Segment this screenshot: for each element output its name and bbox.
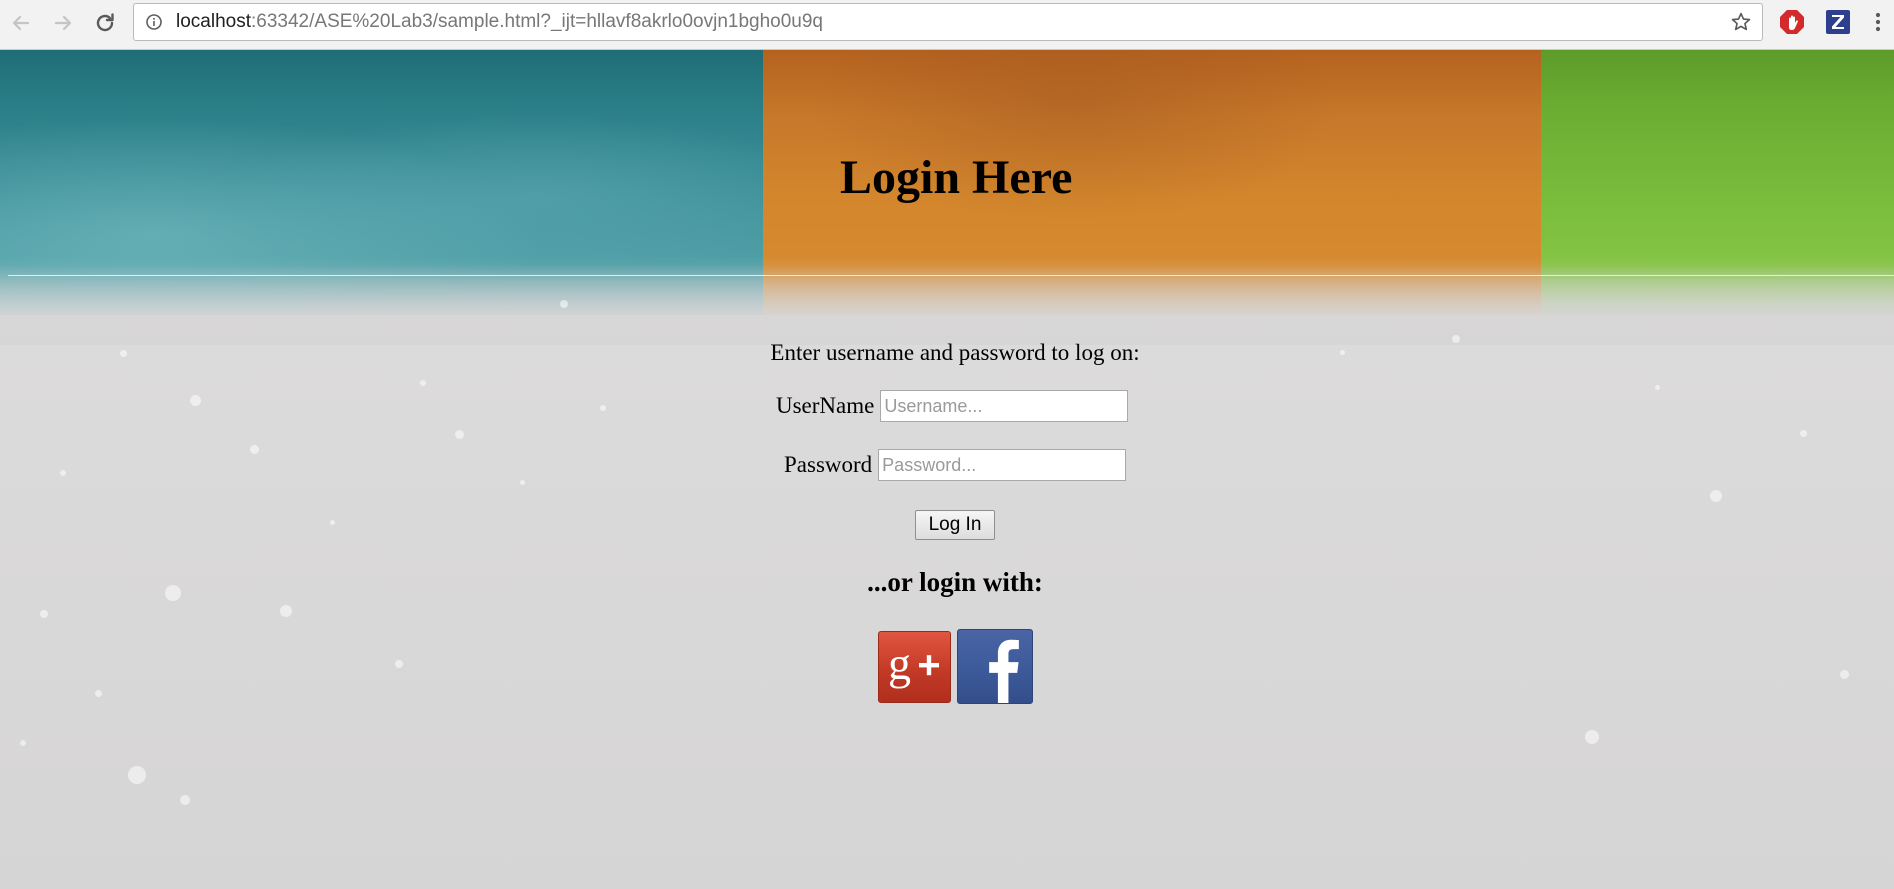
forward-arrow-icon	[54, 15, 72, 31]
google-login-button[interactable]: g	[878, 631, 951, 703]
google-plus-icon: g	[888, 641, 939, 689]
login-instruction: Enter username and password to log on:	[770, 340, 1140, 365]
url-host: localhost	[176, 11, 251, 32]
back-arrow-icon	[12, 15, 30, 31]
reload-icon	[96, 13, 114, 32]
facebook-icon	[989, 639, 1019, 703]
password-row: Password	[784, 449, 1127, 481]
social-login-heading: ...or login with:	[867, 567, 1043, 597]
star-icon[interactable]	[1730, 11, 1752, 33]
reload-button[interactable]	[91, 9, 119, 37]
info-icon[interactable]	[146, 14, 162, 30]
username-row: UserName	[776, 390, 1129, 422]
kebab-menu-icon[interactable]	[1868, 10, 1888, 34]
page-body: Login Here Enter username and password t…	[0, 50, 1894, 889]
username-label: UserName	[776, 393, 875, 418]
z-extension-icon[interactable]	[1826, 10, 1850, 34]
header-divider	[8, 275, 1894, 276]
page-title: Login Here	[840, 151, 1073, 204]
address-bar[interactable]: localhost:63342/ASE%20Lab3/sample.html?_…	[133, 3, 1763, 41]
back-button[interactable]	[7, 9, 35, 37]
login-button[interactable]: Log In	[915, 510, 995, 540]
password-label: Password	[784, 452, 873, 477]
forward-button[interactable]	[49, 9, 77, 37]
url-text[interactable]: localhost:63342/ASE%20Lab3/sample.html?_…	[176, 4, 823, 40]
browser-toolbar: localhost:63342/ASE%20Lab3/sample.html?_…	[0, 0, 1894, 50]
svg-text:g: g	[888, 641, 911, 689]
url-path: :63342/ASE%20Lab3/sample.html?_ijt=hllav…	[251, 11, 823, 32]
password-input[interactable]	[878, 449, 1127, 481]
username-input[interactable]	[880, 390, 1129, 422]
header-fade	[0, 265, 1894, 345]
facebook-login-button[interactable]	[957, 629, 1033, 704]
adblock-icon[interactable]	[1779, 9, 1805, 35]
